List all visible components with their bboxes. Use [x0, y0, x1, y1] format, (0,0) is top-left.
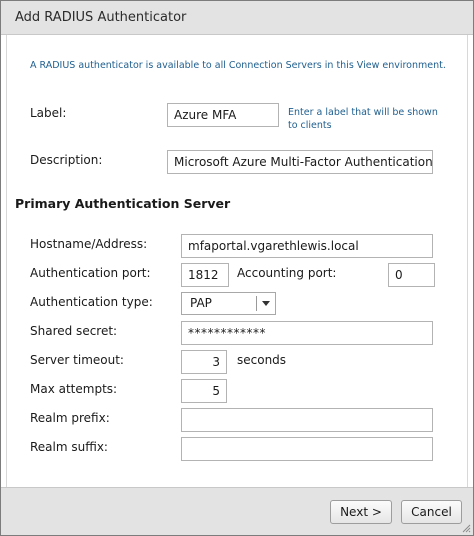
label-input[interactable]: Azure MFA [167, 103, 279, 127]
server-timeout-input[interactable]: 3 [181, 350, 227, 374]
auth-type-selected-value: PAP [190, 296, 212, 310]
chevron-down-icon[interactable] [262, 301, 270, 306]
description-field-label: Description: [30, 153, 103, 167]
realm-prefix-field-label: Realm prefix: [30, 411, 110, 425]
timeout-unit-label: seconds [237, 353, 287, 367]
dialog-footer: Next > Cancel [1, 487, 473, 535]
next-button[interactable]: Next > [330, 500, 392, 524]
select-divider [256, 296, 257, 311]
add-radius-authenticator-dialog: Add RADIUS Authenticator A RADIUS authen… [0, 0, 474, 536]
dialog-titlebar[interactable]: Add RADIUS Authenticator [1, 1, 473, 35]
auth-port-field-label: Authentication port: [30, 266, 151, 280]
auth-type-select[interactable]: PAP [181, 292, 276, 315]
auth-type-field-label: Authentication type: [30, 295, 153, 309]
resize-grip-icon[interactable] [461, 523, 471, 533]
max-attempts-field-label: Max attempts: [30, 382, 118, 396]
realm-prefix-input[interactable] [181, 408, 433, 432]
primary-auth-server-heading: Primary Authentication Server [15, 196, 231, 211]
realm-suffix-input[interactable] [181, 437, 433, 461]
label-field-label: Label: [30, 106, 67, 120]
acct-port-field-label: Accounting port: [237, 266, 337, 280]
cancel-button[interactable]: Cancel [401, 500, 462, 524]
hostname-input[interactable]: mfaportal.vgarethlewis.local [181, 234, 433, 258]
max-attempts-input[interactable]: 5 [181, 379, 227, 403]
shared-secret-field-label: Shared secret: [30, 324, 118, 338]
server-timeout-field-label: Server timeout: [30, 353, 124, 367]
shared-secret-input[interactable]: ************ [181, 321, 433, 345]
availability-notice: A RADIUS authenticator is available to a… [30, 60, 446, 71]
acct-port-input[interactable]: 0 [388, 263, 435, 287]
hostname-field-label: Hostname/Address: [30, 237, 148, 251]
auth-port-input[interactable]: 1812 [181, 263, 229, 287]
realm-suffix-field-label: Realm suffix: [30, 440, 108, 454]
dialog-title: Add RADIUS Authenticator [15, 10, 187, 25]
label-hint: Enter a label that will be shown to clie… [288, 107, 438, 131]
description-input[interactable]: Microsoft Azure Multi-Factor Authenticat… [167, 150, 433, 174]
